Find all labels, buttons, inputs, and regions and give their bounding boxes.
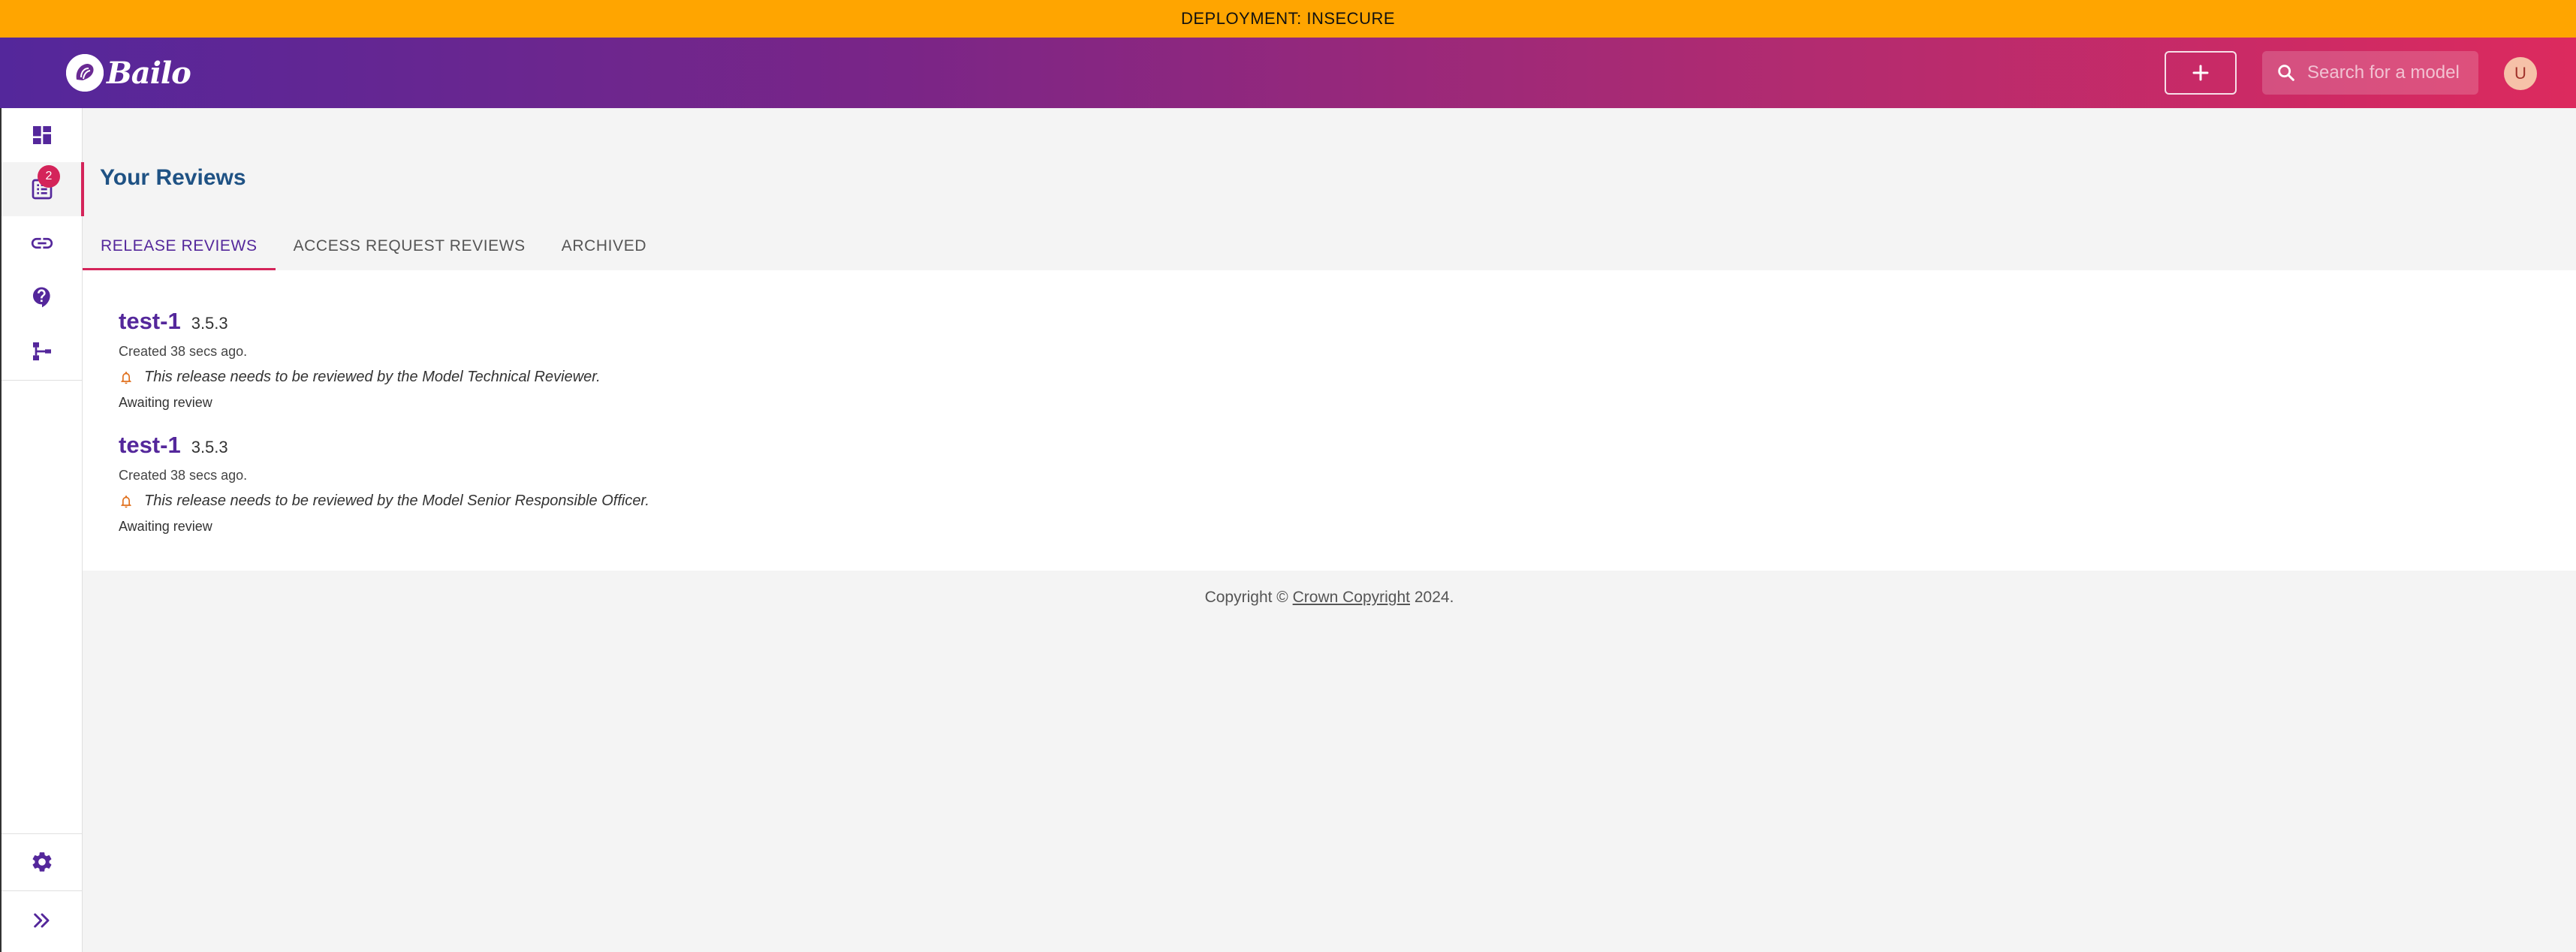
model-search[interactable] — [2262, 51, 2478, 95]
review-tabs: RELEASE REVIEWS ACCESS REQUEST REVIEWS A… — [83, 222, 664, 270]
sidebar-item-schema[interactable] — [2, 324, 83, 378]
deployment-banner-text: DEPLOYMENT: INSECURE — [1180, 9, 1396, 28]
bell-icon — [121, 495, 131, 508]
review-created: Created 38 secs ago. — [119, 344, 248, 359]
tab-label: ACCESS REQUEST REVIEWS — [293, 237, 526, 255]
review-item: test-1 3.5.3 Created 38 secs ago. This r… — [119, 308, 601, 411]
page-title: Your Reviews — [100, 165, 246, 190]
double-chevron-right-icon — [34, 913, 50, 928]
tab-label: RELEASE REVIEWS — [101, 237, 258, 255]
sidebar-item-dashboard[interactable] — [2, 108, 83, 162]
tab-access-request-reviews[interactable]: ACCESS REQUEST REVIEWS — [276, 222, 544, 270]
plus-icon — [2192, 65, 2209, 81]
review-status: Awaiting review — [119, 395, 212, 410]
gear-icon — [32, 852, 52, 872]
footer: Copyright © Crown Copyright 2024. — [83, 589, 2576, 607]
review-version: 3.5.3 — [191, 314, 228, 333]
sidebar-divider — [2, 380, 83, 381]
tab-release-reviews[interactable]: RELEASE REVIEWS — [83, 222, 276, 270]
help-icon — [33, 287, 50, 308]
create-button[interactable] — [2165, 51, 2237, 95]
sidebar-divider-bottom — [2, 833, 83, 834]
bailo-logo-icon — [66, 54, 104, 92]
review-model-link[interactable]: test-1 — [119, 308, 181, 335]
tab-archived[interactable]: ARCHIVED — [544, 222, 664, 270]
bell-icon — [121, 371, 131, 384]
review-status: Awaiting review — [119, 519, 212, 534]
sidebar: 2 — [0, 108, 84, 952]
review-model-link[interactable]: test-1 — [119, 432, 181, 459]
sidebar-expand-button[interactable] — [2, 893, 83, 947]
user-avatar[interactable]: U — [2504, 57, 2537, 90]
review-created: Created 38 secs ago. — [119, 468, 248, 483]
reviews-panel: test-1 3.5.3 Created 38 secs ago. This r… — [83, 270, 2576, 571]
sidebar-item-settings[interactable] — [2, 835, 83, 889]
top-app-bar: Bailo U — [0, 38, 2576, 108]
review-version: 3.5.3 — [191, 438, 228, 456]
bailo-logo[interactable]: Bailo — [66, 53, 191, 93]
review-message: This release needs to be reviewed by the… — [144, 493, 649, 509]
avatar-initial: U — [2514, 64, 2526, 83]
copyright-year: 2024. — [1414, 589, 1454, 606]
dashboard-icon — [33, 126, 51, 144]
sidebar-item-help[interactable] — [2, 270, 83, 324]
schema-tree-icon — [33, 342, 51, 360]
copyright-prefix: Copyright © — [1204, 589, 1288, 606]
crown-copyright-link[interactable]: Crown Copyright — [1293, 589, 1410, 606]
link-icon — [31, 237, 53, 249]
deployment-banner: DEPLOYMENT: INSECURE — [0, 0, 2576, 38]
review-item: test-1 3.5.3 Created 38 secs ago. This r… — [119, 432, 649, 535]
search-icon — [2278, 65, 2294, 81]
sidebar-item-reviews[interactable]: 2 — [2, 162, 84, 216]
reviews-count-badge: 2 — [38, 165, 60, 188]
review-message: This release needs to be reviewed by the… — [144, 369, 601, 385]
logo-text: Bailo — [107, 55, 191, 91]
tab-label: ARCHIVED — [561, 237, 647, 255]
search-input[interactable] — [2307, 62, 2472, 83]
sidebar-item-links[interactable] — [2, 216, 83, 270]
sidebar-divider-expand — [2, 890, 83, 891]
